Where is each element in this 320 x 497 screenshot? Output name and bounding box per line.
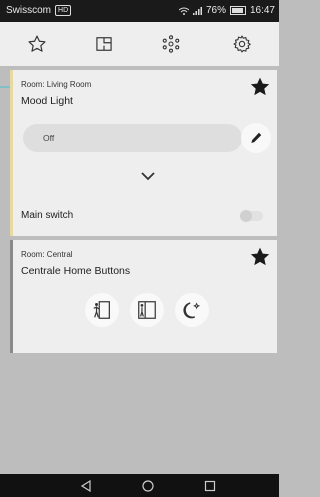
favorite-star-icon[interactable]: [249, 76, 271, 98]
main-switch-label: Main switch: [21, 210, 74, 221]
status-bar: Swisscom HD 76% 16:47: [0, 0, 279, 22]
carrier-name: Swisscom: [6, 5, 52, 16]
leave-home-icon: [93, 301, 110, 319]
tab-rooms[interactable]: [80, 22, 128, 66]
recents-button[interactable]: [202, 478, 218, 494]
tab-favorites[interactable]: [13, 22, 61, 66]
back-triangle-icon: [80, 480, 91, 492]
clock: 16:47: [249, 5, 275, 16]
scene-value: Off: [43, 133, 55, 143]
wifi-icon: [178, 7, 189, 15]
tab-settings[interactable]: [218, 22, 266, 66]
star-outline-icon: [28, 35, 46, 52]
pencil-icon: [251, 132, 262, 143]
home-button[interactable]: [140, 478, 156, 494]
devices-icon: [162, 35, 180, 53]
room-label: Room: Central: [21, 250, 73, 259]
chevron-down-icon[interactable]: [140, 170, 156, 182]
favorite-star-icon[interactable]: [249, 246, 271, 268]
back-button[interactable]: [78, 478, 94, 494]
night-moon-icon: [183, 302, 201, 319]
device-card-central-buttons: Room: Central Centrale Home Buttons: [10, 240, 277, 353]
signal-icon: [192, 6, 202, 15]
edit-button[interactable]: [241, 123, 271, 153]
tab-devices[interactable]: [147, 22, 195, 66]
scene-selector[interactable]: Off: [23, 124, 242, 152]
come-home-button[interactable]: [130, 293, 164, 327]
night-button[interactable]: [175, 293, 209, 327]
settings-gear-icon: [233, 35, 251, 53]
come-home-icon: [138, 301, 156, 319]
android-nav-bar: [0, 474, 279, 497]
home-circle-icon: [142, 480, 154, 492]
battery-icon: [229, 6, 246, 15]
battery-percent: 76%: [205, 5, 226, 16]
recents-square-icon: [204, 480, 216, 492]
leave-home-button[interactable]: [85, 293, 119, 327]
top-toolbar: [0, 22, 279, 88]
room-label: Room: Living Room: [21, 80, 92, 89]
device-title: Centrale Home Buttons: [21, 265, 131, 277]
hd-badge: HD: [55, 5, 72, 16]
device-title: Mood Light: [21, 95, 73, 107]
floorplan-icon: [96, 37, 112, 51]
main-switch-toggle[interactable]: [240, 210, 263, 222]
device-card-mood-light: Room: Living Room Mood Light Off Main sw…: [10, 70, 277, 236]
